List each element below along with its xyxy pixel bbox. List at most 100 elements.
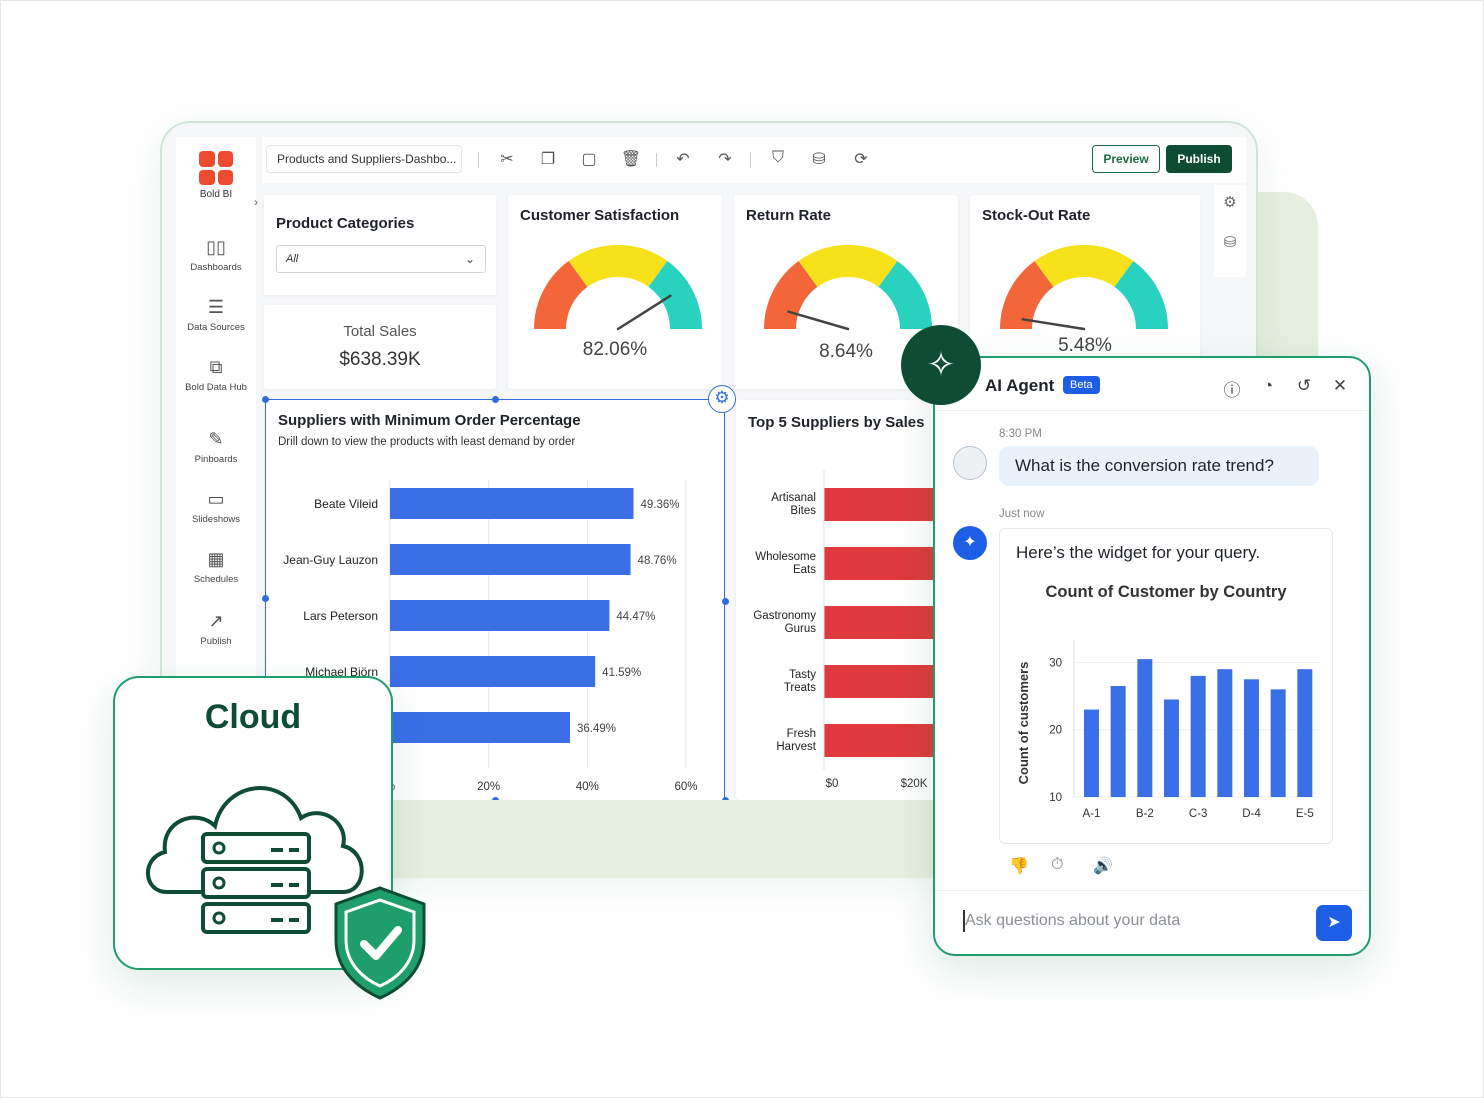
category-label: Eats [793,564,816,576]
gauge-segment-1 [568,245,668,288]
data-edit-icon[interactable]: ⛁ [808,149,830,169]
ask-input[interactable]: Ask questions about your data [965,912,1180,930]
decorative-green-strip [360,800,960,878]
reset-icon[interactable]: ↺ [1293,376,1315,396]
database-icon[interactable]: ⛁ [1214,233,1246,251]
bar [1270,689,1286,797]
user-message-time: 8:30 PM [999,428,1042,440]
delete-icon[interactable]: 🗑 [620,149,642,169]
sidebar-item-bold-data-hub[interactable]: ⧉ Bold Data Hub [176,357,256,393]
bar [1217,669,1233,797]
resize-handle[interactable] [722,598,729,605]
sidebar-item-label: Data Sources [187,322,245,333]
product-categories-card: Product Categories All ⌄ [264,195,496,295]
dashboard-tab[interactable]: Products and Suppliers-Dashbo... [266,145,462,173]
sidebar-item-schedules[interactable]: ▦ Schedules [176,549,256,585]
database-icon: ☰ [207,297,225,317]
redo-icon[interactable]: ↷ [714,149,736,169]
response-chart-title: Count of Customer by Country [1045,583,1287,601]
gauge-segment-0 [534,261,588,330]
bold-bi-logo-icon [199,151,233,185]
sidebar-item-label: Publish [200,636,232,647]
sidebar-item-label: Bold Data Hub [185,382,247,393]
publish-button[interactable]: Publish [1166,145,1232,173]
category-label: Harvest [776,741,816,753]
send-icon[interactable]: ➤ [1316,905,1352,941]
widget-settings-icon[interactable]: ⚙ [708,385,736,413]
category-label: Artisanal [771,492,816,504]
sidebar-item-dashboards[interactable]: ▯▯ Dashboards [176,237,256,273]
gauge-needle [787,310,850,331]
customer-country-chart: 10 20 30 A-1 B-2 C-3 D-4 E-5 Count of customers [1016,641,1320,820]
sidebar-item-slideshows[interactable]: ▭ Slideshows [176,489,256,525]
category-label: Gurus [785,623,817,635]
sidebar-item-label: Pinboards [194,454,238,465]
customer-satisfaction-gauge [534,245,702,331]
return-rate-title: Return Rate [746,207,832,224]
tick-label: 20 [1049,725,1062,737]
thumbs-down-icon[interactable]: 👎 [1009,856,1029,876]
user-avatar-icon [953,446,987,480]
tick-label: D-4 [1242,808,1261,820]
brand[interactable]: Bold BI [176,151,256,200]
customer-satisfaction-value: 82.06% [582,339,648,360]
paste-icon[interactable]: ▢ [578,149,600,169]
sparkle-icon[interactable]: ✧ [901,325,981,405]
category-select[interactable]: All ⌄ [276,245,486,273]
sidebar-item-label: Dashboards [190,262,242,273]
gauge-needle [616,294,672,331]
resize-handle[interactable] [262,595,269,602]
copy-icon[interactable]: ❐ [537,149,559,169]
resize-handle[interactable] [262,396,269,403]
gauge-segment-1 [1034,245,1134,288]
divider [935,410,1369,411]
tick-label: B-2 [1136,808,1154,820]
bot-message: Here’s the widget for your query. [1016,543,1261,562]
tv-icon: ▭ [207,489,225,509]
gauge-segment-0 [764,261,818,330]
undo-icon[interactable]: ↶ [672,149,694,169]
divider [935,890,1369,891]
category-label: Treats [784,682,816,694]
bar [1137,659,1153,797]
toolbar-divider [656,153,657,167]
bar [1297,669,1313,797]
category-label: Bites [790,505,816,517]
bar [1244,679,1259,797]
gauge-segment-1 [798,245,898,288]
calendar-icon: ▦ [207,549,225,569]
bot-message-time: Just now [999,508,1045,520]
share-icon: ↗ [208,611,224,631]
category-label: Tasty [789,669,816,681]
stock-out-rate-title: Stock-Out Rate [982,207,1091,224]
top5-suppliers-card[interactable]: Top 5 Suppliers by Sales Artisanal Bites W… [736,400,966,800]
bot-response-card: Here’s the widget for your query. Count … [999,528,1333,844]
new-chat-icon[interactable]: ◔ [1257,376,1279,396]
sidebar-item-data-sources[interactable]: ☰ Data Sources [176,297,256,333]
filter-icon[interactable]: ⛉ [767,149,789,167]
bar [1190,675,1206,797]
chevron-down-icon: ⌄ [464,252,475,266]
preview-button[interactable]: Preview [1092,145,1160,173]
resize-handle[interactable] [492,396,499,403]
brand-name: Bold BI [199,189,233,200]
close-icon[interactable]: ✕ [1329,376,1351,396]
ai-agent-title: AI Agent [985,376,1055,395]
gauge-segment-2 [1114,261,1168,330]
category-select-value: All [286,253,299,265]
beta-badge: Beta [1063,376,1100,394]
speaker-icon[interactable]: 🔊 [1093,856,1113,876]
sidebar-item-publish[interactable]: ↗ Publish [176,611,256,647]
customer-satisfaction-card: Customer Satisfaction 82.06% [508,195,722,389]
ai-avatar-icon: ✦ [953,526,987,560]
tick-label: A-1 [1083,808,1101,820]
sidebar-item-pinboards[interactable]: ✎ Pinboards [176,429,256,465]
settings-icon[interactable]: ⚙ [1214,193,1246,211]
top5-suppliers-title: Top 5 Suppliers by Sales [748,414,925,431]
bar [1164,699,1179,797]
refresh-icon[interactable]: ⟳ [850,149,872,169]
cut-icon[interactable]: ✂ [496,149,518,169]
timer-icon[interactable]: ⏱ [1051,856,1063,874]
user-message: What is the conversion rate trend? [999,446,1319,486]
help-icon[interactable]: ⓘ [1221,376,1243,401]
